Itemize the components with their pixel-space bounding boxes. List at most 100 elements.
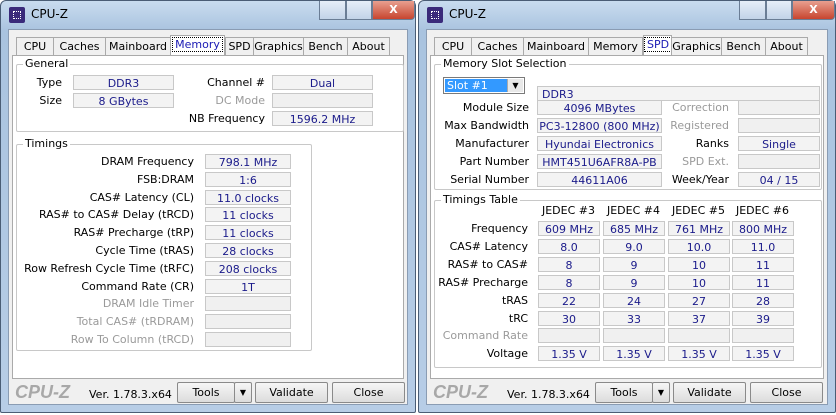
tab-bench[interactable]: Bench bbox=[303, 37, 348, 56]
spd-field-label: Week/Year bbox=[671, 173, 729, 186]
timings-cell: 28 bbox=[732, 292, 794, 308]
channel-value: Dual bbox=[272, 75, 373, 90]
tab-memory[interactable]: Memory bbox=[170, 35, 225, 57]
spd-field-label: Correction bbox=[672, 101, 729, 114]
tab-spd[interactable]: SPD bbox=[643, 35, 673, 57]
timings-column-header: JEDEC #5 bbox=[671, 204, 725, 217]
maximize-button[interactable] bbox=[346, 1, 372, 20]
general-group-label: General bbox=[23, 57, 71, 70]
tab-label: About bbox=[770, 40, 803, 53]
spd-field-label: Part Number bbox=[459, 155, 529, 168]
tools-button[interactable]: Tools bbox=[177, 382, 235, 403]
tools-dropdown-button[interactable]: ▼ bbox=[652, 382, 670, 403]
timings-cell: 9 bbox=[603, 274, 665, 290]
timings-cell bbox=[668, 328, 730, 344]
tab-caches[interactable]: Caches bbox=[53, 37, 106, 56]
timing-value bbox=[205, 296, 291, 312]
tab-bench[interactable]: Bench bbox=[721, 37, 766, 56]
tab-about[interactable]: About bbox=[765, 37, 808, 56]
tab-cpu[interactable]: CPU bbox=[16, 37, 54, 56]
window-title: CPU-Z bbox=[449, 7, 486, 21]
timings-cell: 800 MHz bbox=[732, 221, 794, 236]
spd-field-value: Hyundai Electronics bbox=[537, 136, 662, 151]
close-window-button[interactable]: X bbox=[372, 1, 415, 20]
timing-label: Row Refresh Cycle Time (tRFC) bbox=[24, 261, 194, 275]
memory-slot-selection-label: Memory Slot Selection bbox=[441, 57, 569, 70]
minimize-button[interactable] bbox=[739, 1, 766, 20]
timings-cell: 11 bbox=[732, 256, 794, 272]
tools-button[interactable]: Tools bbox=[595, 382, 653, 403]
timings-cell: 1.35 V bbox=[538, 346, 600, 362]
close-button[interactable]: Close bbox=[332, 382, 405, 403]
timings-column-header: JEDEC #4 bbox=[606, 204, 660, 217]
timings-table-label: Timings Table bbox=[441, 193, 520, 206]
timing-label: RAS# Precharge (tRP) bbox=[73, 226, 194, 240]
validate-button[interactable]: Validate bbox=[255, 382, 328, 403]
timing-label: FSB:DRAM bbox=[136, 172, 194, 186]
nb-frequency-label: NB Frequency bbox=[188, 112, 265, 125]
spd-field-value bbox=[738, 118, 820, 133]
timing-label: Total CAS# (tRDRAM) bbox=[76, 315, 194, 329]
timings-cell: 8 bbox=[538, 256, 600, 272]
timings-row-label: Frequency bbox=[471, 222, 528, 235]
timing-label: RAS# to CAS# Delay (tRCD) bbox=[38, 208, 194, 222]
timings-cell: 9.0 bbox=[603, 238, 665, 254]
timing-label: DRAM Idle Timer bbox=[102, 297, 194, 311]
channel-label: Channel # bbox=[207, 76, 265, 89]
timing-value bbox=[205, 314, 291, 330]
spd-field-label: SPD Ext. bbox=[682, 155, 729, 168]
tools-dropdown-button[interactable]: ▼ bbox=[234, 382, 252, 403]
timings-row-label: RAS# Precharge bbox=[438, 275, 528, 289]
spd-field-value bbox=[738, 154, 820, 169]
version-label: Ver. 1.78.3.x64 bbox=[507, 388, 590, 401]
spd-field-label: Registered bbox=[670, 119, 729, 132]
timings-cell: 37 bbox=[668, 310, 730, 326]
timings-cell: 761 MHz bbox=[668, 221, 730, 236]
slot-select[interactable]: Slot #1 ▼ bbox=[443, 77, 525, 94]
tab-mainboard[interactable]: Mainboard bbox=[105, 37, 171, 56]
timings-group-label: Timings bbox=[23, 137, 70, 150]
spd-field-label: Max Bandwidth bbox=[444, 119, 529, 132]
minimize-button[interactable] bbox=[319, 1, 346, 20]
close-button[interactable]: Close bbox=[750, 382, 823, 403]
timings-row-label: tRAS bbox=[501, 293, 528, 307]
tab-label: Mainboard bbox=[526, 40, 586, 53]
tab-label: Memory bbox=[172, 37, 223, 52]
tab-graphics[interactable]: Graphics bbox=[671, 37, 722, 56]
maximize-button[interactable] bbox=[766, 1, 792, 20]
tab-label: Graphics bbox=[254, 40, 303, 53]
timings-cell: 22 bbox=[538, 292, 600, 308]
timings-cell: 609 MHz bbox=[538, 221, 600, 236]
cpuz-app-icon bbox=[427, 7, 443, 23]
timings-cell: 11.0 bbox=[732, 238, 794, 254]
spd-field-value: HMT451U6AFR8A-PB bbox=[537, 154, 662, 169]
timings-column-header: JEDEC #6 bbox=[735, 204, 789, 217]
tab-caches[interactable]: Caches bbox=[471, 37, 524, 56]
timings-cell: 9 bbox=[603, 256, 665, 272]
tab-mainboard[interactable]: Mainboard bbox=[523, 37, 589, 56]
tab-label: Memory bbox=[593, 40, 638, 53]
timings-cell: 30 bbox=[538, 310, 600, 326]
tab-label: SPD bbox=[644, 37, 673, 52]
tab-memory[interactable]: Memory bbox=[588, 37, 643, 56]
timings-cell: 685 MHz bbox=[603, 221, 665, 236]
timings-cell: 8.0 bbox=[538, 238, 600, 254]
spd-field-label: Module Size bbox=[462, 101, 529, 114]
chevron-down-icon[interactable]: ▼ bbox=[507, 79, 523, 92]
timing-value: 1T bbox=[205, 278, 291, 294]
validate-button[interactable]: Validate bbox=[673, 382, 746, 403]
timing-label: Cycle Time (tRAS) bbox=[95, 244, 194, 257]
close-window-button[interactable]: X bbox=[792, 1, 835, 20]
spd-field-value: Single bbox=[738, 136, 820, 151]
spd-field-value: 04 / 15 bbox=[738, 172, 820, 187]
timing-label: Row To Column (tRCD) bbox=[70, 333, 194, 346]
tab-spd[interactable]: SPD bbox=[225, 37, 254, 56]
tab-cpu[interactable]: CPU bbox=[434, 37, 472, 56]
dc-mode-label: DC Mode bbox=[215, 94, 265, 107]
spd-field-value: 4096 MBytes bbox=[537, 100, 662, 115]
tab-about[interactable]: About bbox=[347, 37, 390, 56]
tab-graphics[interactable]: Graphics bbox=[253, 37, 304, 56]
client-area: CPU Caches Mainboard Memory SPD Graphics Bench… bbox=[426, 29, 828, 405]
timing-value: 11 clocks bbox=[205, 207, 291, 223]
size-label: Size bbox=[39, 94, 62, 107]
